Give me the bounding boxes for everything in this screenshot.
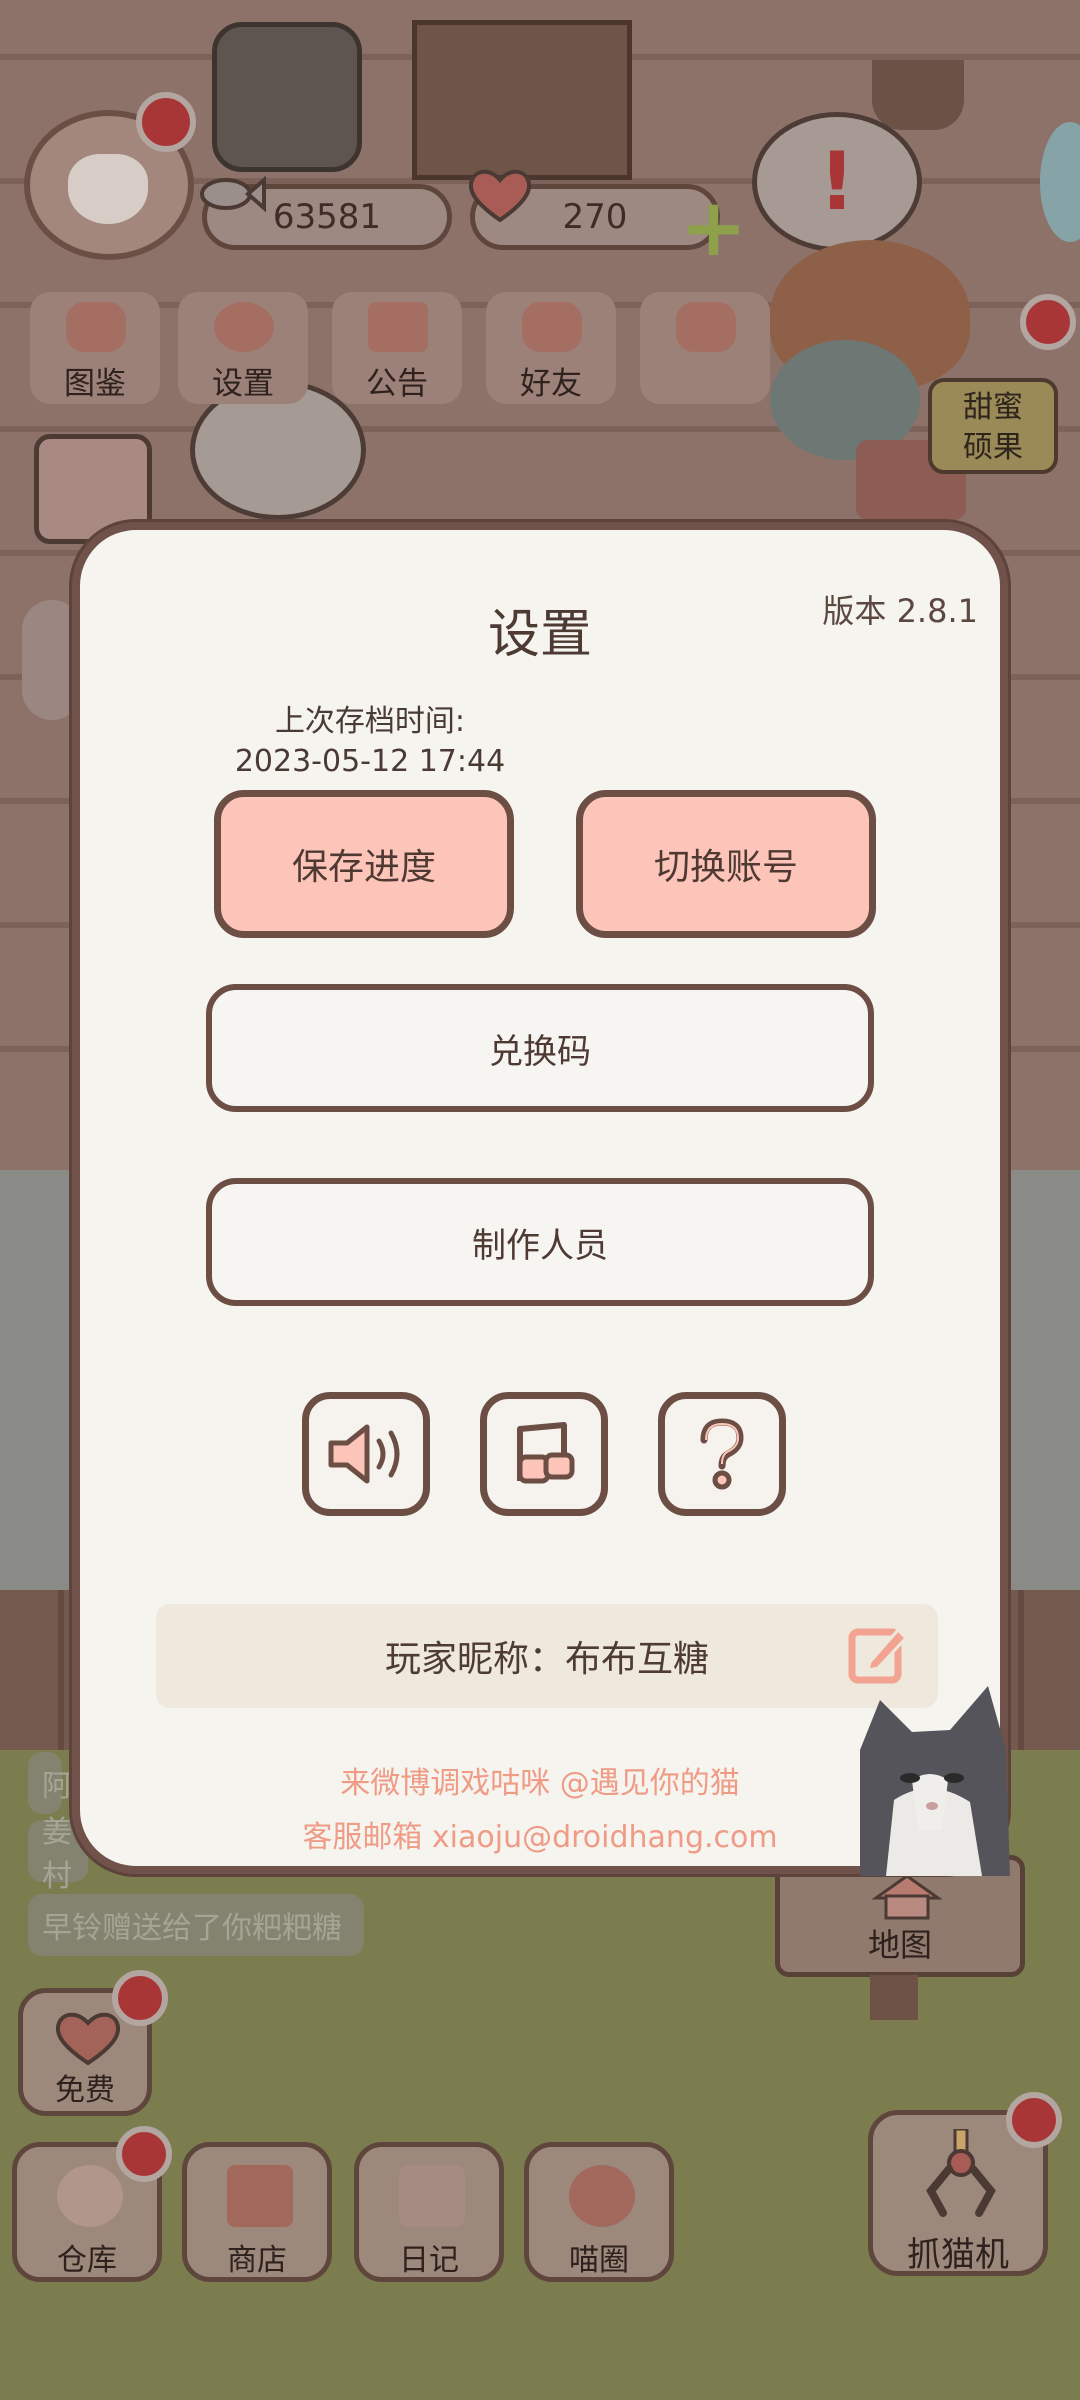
menu-label: 公告 [366,366,428,402]
credits-button[interactable]: 制作人员 [206,1178,874,1306]
gear-icon [214,302,274,352]
nickname-bar: 玩家昵称： 布布互糖 [156,1604,938,1708]
cat-book-icon [66,302,126,352]
heart-icon [468,169,532,223]
alert-bubble: ! [752,112,922,252]
plant-pot-decoration [872,60,964,130]
fish-coin-value: 63581 [272,197,382,237]
nav-label: 日记 [399,2243,459,2278]
heart-value: 270 [562,197,628,237]
switch-account-button[interactable]: 切换账号 [576,790,876,938]
help-button[interactable] [658,1392,786,1516]
menu-friends[interactable]: 好友 [486,292,616,404]
claw-label: 抓猫机 [907,2235,1009,2275]
version-label: 版本 2.8.1 [822,592,978,630]
broken-heart-icon [676,302,736,352]
nav-cat-circle[interactable]: 喵圈 [524,2142,674,2282]
map-sign-post [870,1975,918,2020]
nav-label: 仓库 [57,2243,117,2278]
menu-cat-book[interactable]: 图鉴 [30,292,160,404]
help-icon [700,1418,744,1490]
map-label: 地图 [867,1926,932,1964]
switch-account-label: 切换账号 [653,847,798,888]
nav-label: 喵圈 [569,2243,629,2278]
sweet-label-line2: 硕果 [963,430,1023,465]
redeem-code-label: 兑换码 [489,1031,591,1072]
menu-label: 设置 [212,366,274,402]
notification-dot [112,1970,168,2026]
music-note-icon [517,1422,575,1484]
sound-toggle-button[interactable] [302,1392,430,1516]
menu-hearts-event[interactable] [640,292,770,404]
notification-dot [1020,294,1076,350]
nav-diary[interactable]: 日记 [354,2142,504,2282]
gift-message: 早铃赠送给了你粑粑糖 [28,1894,364,1956]
gift-message-text: 阿 [42,1769,72,1804]
notification-dot [1006,2092,1062,2148]
last-save-time: 上次存档时间: 2023-05-12 17:44 [220,702,520,782]
menu-label: 好友 [520,366,582,402]
gift-message: 阿 [28,1752,72,1814]
edit-icon[interactable] [846,1622,910,1686]
nickname-value: 布布互糖 [565,1639,710,1680]
settings-dialog: 设置 版本 2.8.1 上次存档时间: 2023-05-12 17:44 保存进… [72,522,1010,1876]
last-save-value: 2023-05-12 17:44 [234,744,506,779]
friends-icon [522,302,582,352]
diary-icon [399,2165,465,2227]
gift-message-text: 早铃赠送给了你粑粑糖 [42,1911,342,1946]
gift-icon [368,302,428,352]
menu-settings[interactable]: 设置 [178,292,308,404]
redeem-code-button[interactable]: 兑换码 [206,984,874,1112]
save-progress-button[interactable]: 保存进度 [214,790,514,938]
shelf-decoration [412,20,632,180]
nickname-text: 玩家昵称： 布布互糖 [156,1604,938,1708]
cat-photo-decoration [860,1686,1010,1876]
speaker-icon [328,1424,400,1484]
claw-icon [926,2129,996,2217]
gift-message-text: 姜村 [42,1815,72,1894]
cat-planet-icon [569,2165,635,2227]
free-label: 免费 [55,2073,115,2108]
sweet-harvest-button[interactable]: 甜蜜 硕果 [928,378,1058,474]
credits-label: 制作人员 [472,1225,608,1266]
backpack-decoration [212,22,362,172]
last-save-label: 上次存档时间: [274,704,466,739]
notification-dot [136,92,196,152]
avatar-face [68,154,148,224]
music-toggle-button[interactable] [480,1392,608,1516]
menu-label: 图鉴 [64,366,126,402]
fish-icon [200,175,266,213]
nav-label: 商店 [227,2243,287,2278]
shop-icon [227,2165,293,2227]
add-hearts-button[interactable]: + [680,188,747,268]
nickname-label: 玩家昵称： [384,1639,565,1680]
heart-icon [55,2012,121,2066]
sweet-label-line1: 甜蜜 [963,390,1023,425]
nav-shop[interactable]: 商店 [182,2142,332,2282]
rice-ball-icon [57,2165,123,2227]
house-icon [872,1874,942,1920]
menu-announcements[interactable]: 公告 [332,292,462,404]
save-progress-label: 保存进度 [291,847,436,888]
notification-dot [116,2126,172,2182]
